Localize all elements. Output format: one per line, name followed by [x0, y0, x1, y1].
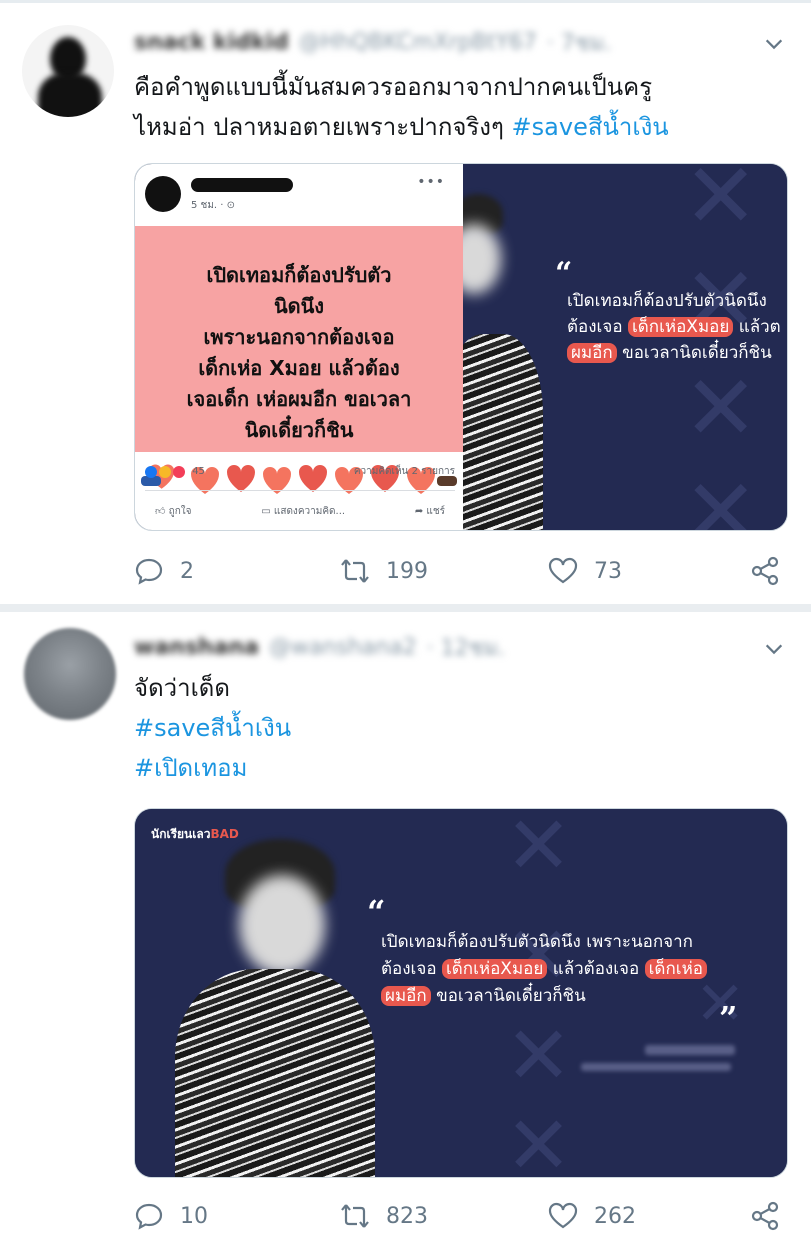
fb-post-text: เปิดเทอมก็ต้องปรับตัว นิดนึง เพราะนอกจาก… [186, 263, 412, 442]
tweet-text-line: ไหมอ่า ปลาหมอตายเพราะปากจริงๆ #saveสีน้ำ… [134, 113, 669, 141]
author-name[interactable]: wanshana [134, 635, 259, 660]
fb-comment-count: ความคิดเห็น 2 รายการ [353, 466, 455, 477]
quote-open-icon: “ [555, 256, 573, 291]
reply-button[interactable]: 2 [134, 551, 194, 591]
tweet[interactable]: snack kidkid @HhQBKCmXrpBtY67 · 7ชม. คือ… [0, 0, 811, 604]
author-name[interactable]: snack kidkid [134, 30, 289, 55]
x-pattern: ✕ [683, 460, 759, 531]
tweet-time[interactable]: · 12ชม. [427, 630, 505, 665]
hashtag-link[interactable]: #saveสีน้ำเงิน [512, 113, 669, 141]
avatar[interactable] [24, 628, 116, 720]
fb-post-background: เปิดเทอมก็ต้องปรับตัว นิดนึง เพราะนอกจาก… [135, 226, 463, 494]
person-photo-blurred [463, 184, 563, 530]
tweet[interactable]: wanshana @wanshana2 · 12ชม. จัดว่าเด็ด #… [0, 612, 811, 1258]
reply-icon [135, 1203, 163, 1230]
more-icon: ••• [417, 174, 445, 190]
tweet-actions: 2 199 73 [134, 551, 788, 591]
reply-icon [135, 558, 163, 585]
share-icon [751, 556, 779, 586]
share-button[interactable] [750, 551, 780, 591]
reply-count: 10 [180, 1203, 208, 1229]
share-icon [751, 1201, 779, 1231]
quote-open-icon: “ [367, 893, 386, 931]
retweet-button[interactable]: 199 [340, 551, 428, 591]
quote-panel: ✕ ✕ ✕ ✕ “ เปิดเทอมก็ต้องปรับตัวนิดนึง ต้… [463, 164, 787, 531]
facebook-post-screenshot: 5 ชม. · ⊙ ••• เปิดเทอมก็ต้องปรับตัว นิดน… [135, 164, 463, 530]
retweet-button[interactable]: 823 [340, 1196, 428, 1236]
tweet-actions: 10 823 262 [134, 1196, 788, 1236]
author-handle[interactable]: @HhQBKCmXrpBtY67 [299, 30, 537, 55]
share-button[interactable] [750, 1196, 780, 1236]
signature-blurred [581, 1063, 731, 1071]
fb-stats: 45 ความคิดเห็น 2 รายการ [145, 464, 455, 479]
tweet-media[interactable]: 5 ชม. · ⊙ ••• เปิดเทอมก็ต้องปรับตัว นิดน… [134, 163, 788, 531]
tweet-header: snack kidkid @HhQBKCmXrpBtY67 · 7ชม. [134, 25, 611, 59]
avatar[interactable] [22, 25, 114, 117]
retweet-icon [341, 559, 369, 583]
retweet-icon [341, 1204, 369, 1228]
like-icon [548, 557, 578, 584]
fb-time: 5 ชม. · ⊙ [191, 200, 236, 211]
tweet-time[interactable]: · 7ชม. [547, 25, 611, 60]
chevron-down-icon[interactable] [763, 638, 785, 660]
like-count: 73 [594, 558, 622, 584]
quote-panel: นักเรียนเลวBAD ✕ ✕ ✕ ✕ ✕ “ เปิดเทอมก็ต้อ… [135, 809, 787, 1177]
reply-count: 2 [180, 558, 194, 584]
quote-close-icon: ” [719, 999, 738, 1037]
fb-reaction-count: 45 [192, 466, 205, 477]
chevron-down-icon[interactable] [763, 33, 785, 55]
share-arrow-icon: ➦ [414, 506, 424, 517]
hashtag-link[interactable]: #saveสีน้ำเงิน [134, 708, 784, 748]
author-handle[interactable]: @wanshana2 [269, 635, 417, 660]
tweet-text-line: คือคำพูดแบบนี้มันสมควรออกมาจากปากคนเป็นค… [134, 73, 653, 101]
reply-button[interactable]: 10 [134, 1196, 208, 1236]
hashtag-link[interactable]: #เปิดเทอม [134, 748, 784, 788]
retweet-count: 823 [386, 1203, 428, 1229]
person-photo-blurred [155, 829, 375, 1177]
like-button[interactable]: 73 [548, 551, 622, 591]
like-button[interactable]: 262 [548, 1196, 636, 1236]
fb-avatar [145, 176, 181, 212]
comment-icon: ▭ [261, 506, 271, 517]
fb-name-redacted [191, 178, 293, 192]
tweet-header: wanshana @wanshana2 · 12ชม. [134, 630, 505, 664]
x-pattern: ✕ [683, 356, 759, 461]
like-count: 262 [594, 1203, 636, 1229]
retweet-count: 199 [386, 558, 428, 584]
tweet-media[interactable]: นักเรียนเลวBAD ✕ ✕ ✕ ✕ ✕ “ เปิดเทอมก็ต้อ… [134, 808, 788, 1178]
fb-actions: 👍︎ ถูกใจ ▭ แสดงความคิด... ➦ แชร์ [155, 506, 445, 517]
tweet-text-line: จัดว่าเด็ด [134, 674, 230, 702]
signature-blurred [645, 1045, 735, 1055]
quote-text: เปิดเทอมก็ต้องปรับตัวนิดนึง ต้องเจอ เด็ก… [567, 291, 781, 363]
tweet-text: คือคำพูดแบบนี้มันสมควรออกมาจากปากคนเป็นค… [134, 67, 784, 147]
quote-text: เปิดเทอมก็ต้องปรับตัวนิดนึง เพราะนอกจาก … [381, 929, 707, 1010]
like-icon [548, 1202, 578, 1229]
tweet-text: จัดว่าเด็ด #saveสีน้ำเงิน #เปิดเทอม [134, 668, 784, 788]
thumbs-up-icon: 👍︎ [155, 506, 166, 517]
tweet-separator [0, 604, 811, 612]
x-pattern: ✕ [683, 164, 759, 249]
